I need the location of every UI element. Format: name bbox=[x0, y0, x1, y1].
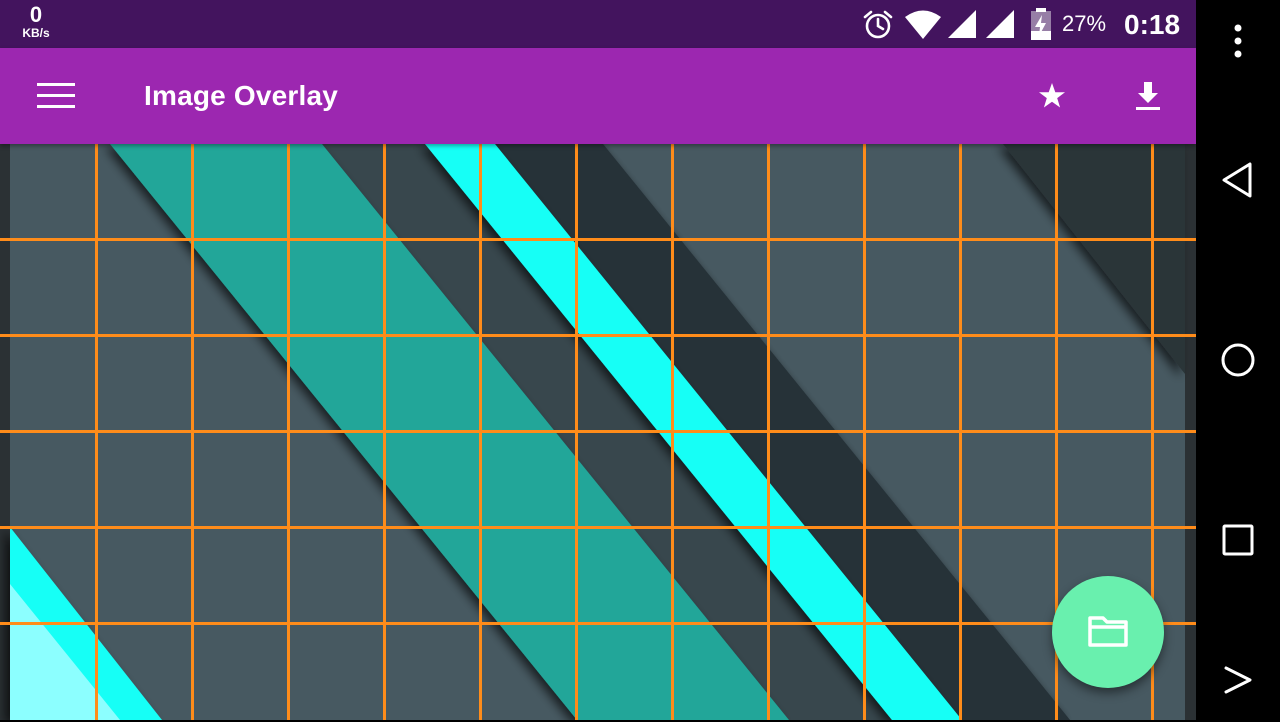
home-button[interactable] bbox=[1196, 318, 1280, 402]
hamburger-menu-icon bbox=[37, 83, 75, 108]
wifi-icon bbox=[904, 9, 942, 46]
clock: 0:18 bbox=[1124, 9, 1181, 40]
overflow-menu-button[interactable] bbox=[1196, 0, 1280, 84]
star-button[interactable] bbox=[1024, 72, 1080, 120]
battery-percent: 27% bbox=[1062, 11, 1107, 36]
app-bar: Image Overlay bbox=[0, 48, 1196, 144]
status-bar: 0 KB/s 27% 0:18 bbox=[0, 0, 1196, 48]
alarm-icon bbox=[862, 9, 894, 46]
overflow-menu-icon bbox=[1234, 24, 1242, 58]
forward-button[interactable] bbox=[1196, 638, 1280, 722]
folder-icon bbox=[1088, 616, 1128, 647]
grid-line-horizontal bbox=[0, 526, 1196, 529]
back-icon bbox=[1222, 162, 1252, 198]
overlay-canvas bbox=[0, 144, 1196, 720]
forward-icon bbox=[1224, 666, 1252, 694]
signal-icon bbox=[984, 9, 1016, 46]
signal-icon bbox=[946, 9, 978, 46]
grid-line-horizontal bbox=[0, 430, 1196, 433]
network-speed-unit: KB/s bbox=[22, 26, 50, 40]
back-button[interactable] bbox=[1196, 138, 1280, 222]
image-overlay-view[interactable] bbox=[0, 144, 1196, 720]
home-icon bbox=[1221, 343, 1255, 377]
recents-button[interactable] bbox=[1196, 498, 1280, 582]
grid-line-horizontal bbox=[0, 238, 1196, 241]
download-button[interactable] bbox=[1120, 72, 1176, 120]
open-folder-fab[interactable] bbox=[1052, 576, 1164, 688]
app-title: Image Overlay bbox=[144, 80, 339, 111]
recents-icon bbox=[1222, 524, 1254, 556]
download-icon bbox=[1136, 82, 1160, 110]
device-screen: 0 KB/s 27% 0:18 Image Overlay bbox=[0, 0, 1196, 720]
battery-charging-icon bbox=[1028, 7, 1054, 46]
network-speed-value: 0 bbox=[29, 2, 43, 27]
grid-line-horizontal bbox=[0, 622, 1196, 625]
star-icon bbox=[1039, 83, 1065, 108]
network-speed: 0 KB/s bbox=[14, 2, 58, 40]
grid-line-horizontal bbox=[0, 334, 1196, 337]
menu-button[interactable] bbox=[22, 72, 90, 120]
navigation-bar bbox=[1196, 0, 1280, 720]
